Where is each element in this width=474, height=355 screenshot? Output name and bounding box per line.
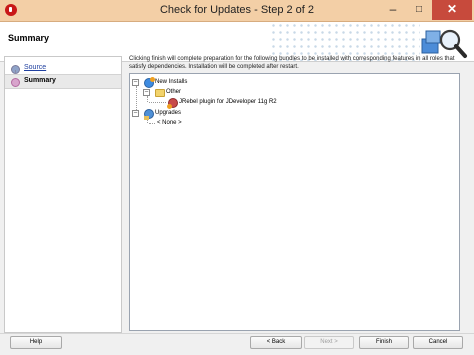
collapse-icon[interactable]: – (132, 110, 139, 117)
nav-item-label: Summary (24, 77, 56, 84)
title-bar: Check for Updates - Step 2 of 2 – □ ✕ (0, 0, 474, 22)
summary-description: Clicking finish will complete preparatio… (129, 56, 455, 70)
update-search-icon (421, 29, 467, 58)
cancel-button[interactable]: Cancel (413, 336, 463, 349)
next-button[interactable]: Next > (304, 336, 354, 349)
bundle-tree[interactable]: – New Installs – Other JRebel plugin for… (129, 73, 460, 331)
tree-node-label: Upgrades (155, 110, 182, 116)
tree-node-label: New Installs (155, 79, 188, 85)
finish-button[interactable]: Finish (359, 336, 409, 349)
wizard-steps-panel: Source Summary (4, 56, 122, 333)
plugin-icon (167, 98, 178, 109)
nav-item-summary[interactable]: Summary (5, 74, 121, 89)
back-button[interactable]: < Back (250, 336, 302, 349)
collapse-icon[interactable]: – (132, 79, 139, 86)
tree-node-none[interactable]: < None > (157, 118, 257, 128)
current-step-icon (11, 78, 20, 87)
tree-node-new-installs[interactable]: – New Installs (132, 77, 332, 88)
tree-node-upgrades[interactable]: – Upgrades (132, 108, 332, 120)
collapse-icon[interactable]: – (143, 89, 150, 96)
upgrades-icon (144, 109, 154, 120)
tree-node-label: < None > (157, 120, 182, 126)
footer-divider (0, 333, 474, 334)
tree-connector (149, 123, 155, 124)
help-button[interactable]: Help (10, 336, 62, 349)
tree-node-label: JRebel plugin for JDeveloper 11g R2 (179, 99, 277, 105)
tree-node-label: Other (166, 89, 182, 95)
close-button[interactable]: ✕ (432, 0, 472, 20)
nav-item-label[interactable]: Source (24, 64, 46, 71)
folder-icon (155, 89, 165, 97)
tree-connector (149, 102, 166, 103)
page-title: Summary (8, 33, 50, 43)
tree-node-plugin[interactable]: JRebel plugin for JDeveloper 11g R2 (167, 97, 418, 109)
maximize-button[interactable]: □ (406, 0, 432, 20)
minimize-button[interactable]: – (380, 0, 406, 20)
tree-node-other[interactable]: – Other (143, 87, 343, 97)
